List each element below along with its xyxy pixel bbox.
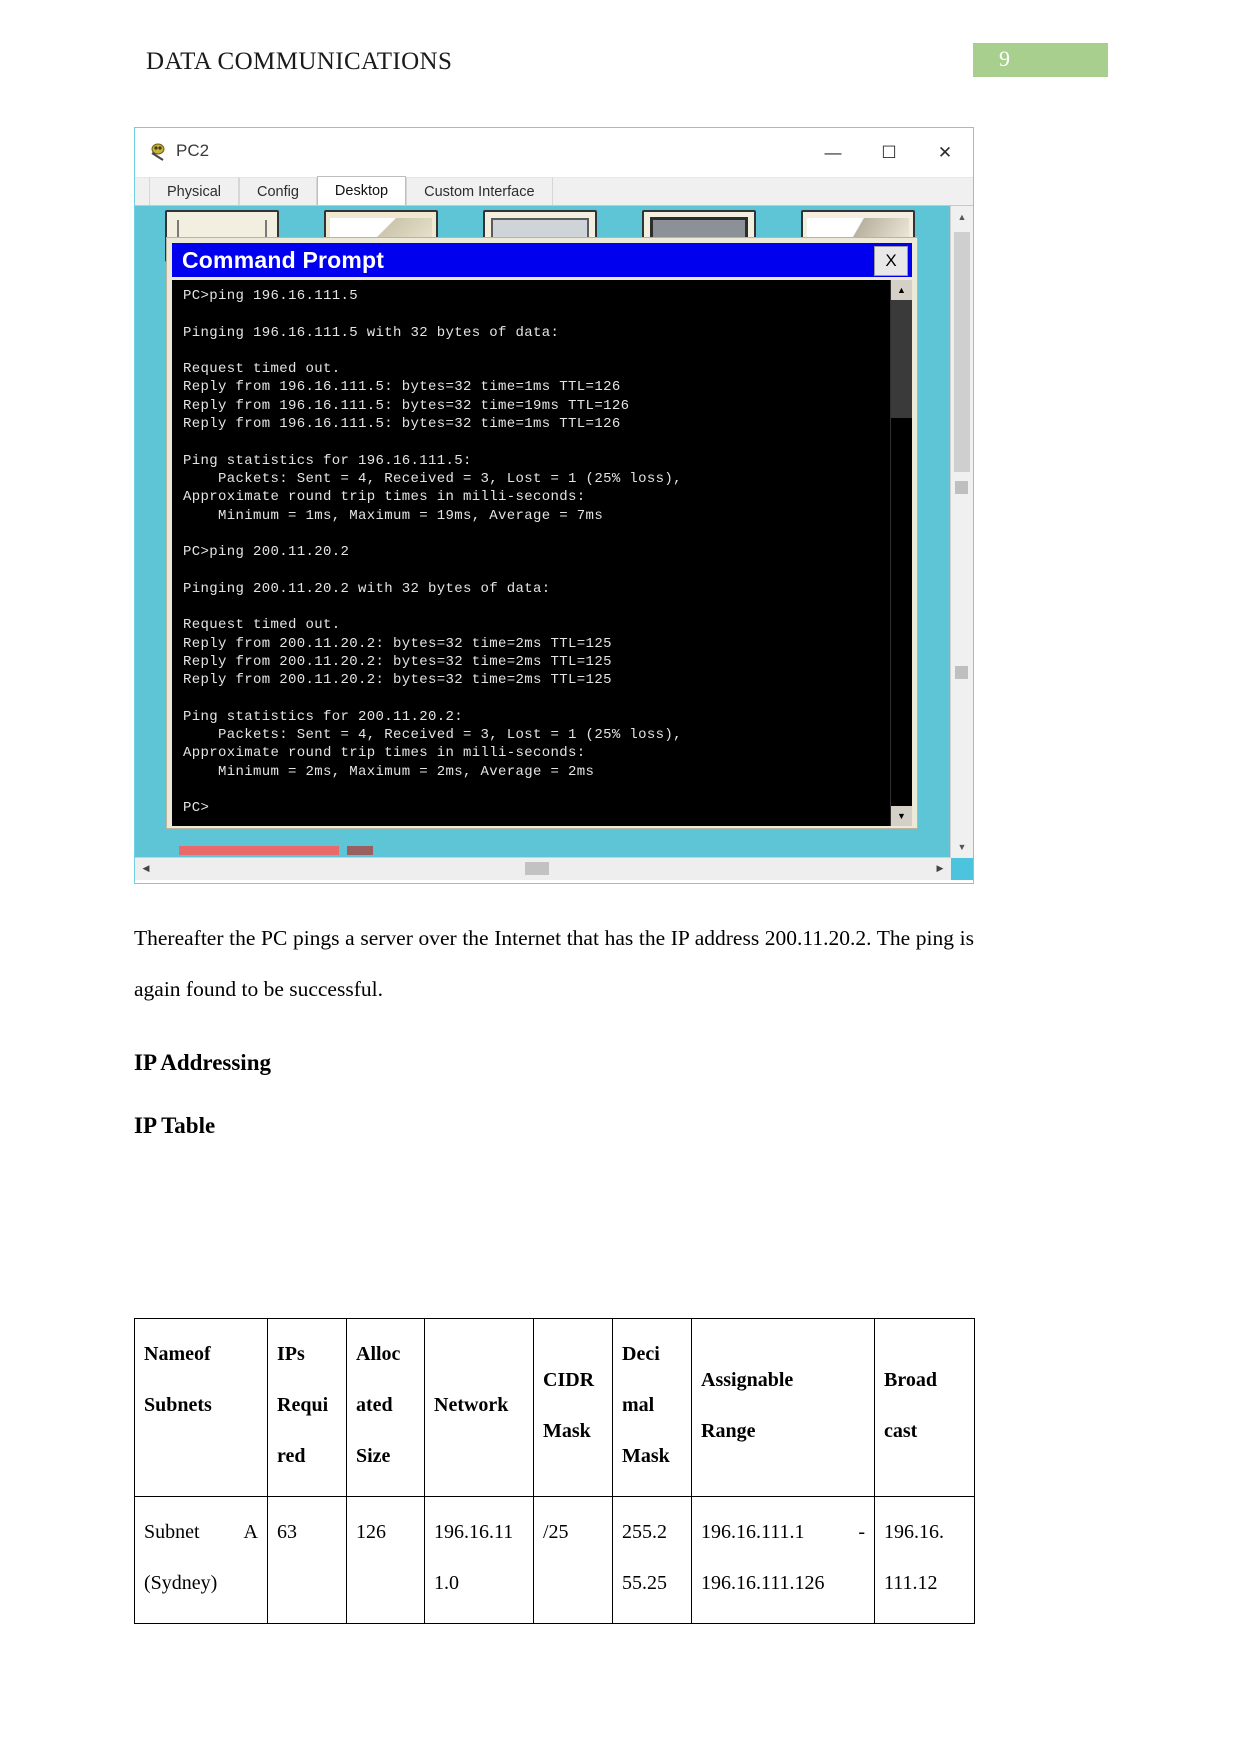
cell-text: Subnet [144, 1521, 200, 1543]
col-header-allocated-size: Alloc ated Size [346, 1318, 425, 1497]
hdr-text: Alloc [356, 1343, 401, 1365]
col-header-network: Network [424, 1318, 534, 1497]
page-number: 9 [999, 46, 1010, 71]
hdr-text: Assignable [701, 1369, 794, 1391]
page-title: DATA COMMUNICATIONS [146, 48, 453, 75]
cell-allocated-size: 126 [346, 1496, 425, 1624]
cell-broadcast: 196.16. 111.12 [874, 1496, 975, 1624]
cell-text: 196.16.11 [434, 1521, 514, 1543]
command-prompt-titlebar: Command Prompt X [172, 243, 912, 277]
col-header-broadcast: Broad cast [874, 1318, 975, 1497]
scroll-down-icon[interactable]: ▼ [951, 836, 973, 858]
pt-tab-bar: Physical Config Desktop Custom Interface [135, 176, 973, 206]
page-number-badge: 9 [973, 43, 1108, 77]
desktop-hscroll-thumb[interactable] [525, 862, 549, 875]
cell-network: 196.16.11 1.0 [424, 1496, 534, 1624]
terminal-output-text: PC>ping 196.16.111.5 Pinging 196.16.111.… [183, 288, 682, 817]
section-heading-ip-table: IP Table [134, 1113, 216, 1138]
desktop-vscroll-thumb[interactable] [954, 232, 970, 472]
cell-text: - [858, 1521, 865, 1543]
table-row: Subnet A (Sydney) 63 126 196.16.11 1.0 /2… [134, 1496, 975, 1624]
tab-config[interactable]: Config [239, 177, 317, 205]
command-prompt-title: Command Prompt [182, 246, 385, 273]
terminal-scroll-down-icon[interactable]: ▼ [891, 806, 912, 826]
hdr-text: red [277, 1445, 306, 1467]
hdr-text: mal [622, 1394, 655, 1416]
desktop-taskbar-accent [179, 846, 339, 855]
col-header-decimal-mask: Deci mal Mask [612, 1318, 692, 1497]
window-controls: — ☐ ✕ [805, 128, 973, 177]
table-header-row: Nameof Subnets IPs Requi red Alloc ated … [134, 1318, 975, 1497]
hdr-text: ated [356, 1394, 393, 1416]
body-paragraph: Thereafter the PC pings a server over th… [134, 926, 974, 1001]
col-header-name-of-subnets: Nameof Subnets [134, 1318, 268, 1497]
cell-text: 1.0 [434, 1572, 459, 1594]
pt-desktop-panel: Command Prompt X PC>ping 196.16.111.5 Pi… [135, 206, 973, 880]
hdr-text: Broad [884, 1369, 937, 1391]
desktop-vscroll-nub-1 [955, 481, 968, 494]
hdr-text: cast [884, 1420, 918, 1442]
desktop-taskbar-accent-2 [347, 846, 373, 855]
cell-ips-required: 63 [267, 1496, 347, 1624]
col-header-ips-required: IPs Requi red [267, 1318, 347, 1497]
cell-text: 111.12 [884, 1572, 938, 1594]
hdr-text: Network [434, 1394, 509, 1416]
terminal-scroll-thumb[interactable] [891, 300, 912, 418]
minimize-button[interactable]: — [805, 128, 861, 177]
hdr-text: of [193, 1343, 211, 1365]
pt-window-titlebar: PC2 — ☐ ✕ [135, 128, 973, 178]
hdr-text: Requi [277, 1394, 329, 1416]
hdr-text: Name [144, 1343, 194, 1365]
tab-desktop[interactable]: Desktop [316, 176, 407, 205]
cell-cidr-mask: /25 [533, 1496, 613, 1624]
desktop-vscroll-nub-2 [955, 666, 968, 679]
cell-text: 196.16. [884, 1521, 944, 1543]
hdr-text: Mask [622, 1445, 670, 1467]
scroll-up-icon[interactable]: ▲ [951, 206, 973, 228]
document-header: DATA COMMUNICATIONS 9 [0, 43, 1241, 82]
hdr-text: Range [701, 1420, 756, 1442]
tab-custom-interface[interactable]: Custom Interface [406, 177, 553, 205]
cell-text: A [243, 1521, 258, 1543]
hdr-text: Size [356, 1445, 391, 1467]
command-prompt-close-button[interactable]: X [874, 246, 908, 276]
hdr-text: IPs [277, 1343, 305, 1365]
col-header-assignable-range: Assignable Range [691, 1318, 875, 1497]
cell-text: (Sydney) [144, 1572, 218, 1594]
scroll-left-icon[interactable]: ◀ [135, 858, 157, 879]
packet-tracer-screenshot-figure: PC2 — ☐ ✕ Physical Config Desktop Custom… [134, 127, 974, 884]
desktop-horizontal-scrollbar[interactable]: ◀ ▶ [135, 857, 951, 880]
hdr-text: Deci [622, 1343, 660, 1365]
terminal-vertical-scrollbar[interactable]: ▲ ▼ [890, 280, 912, 826]
scroll-right-icon[interactable]: ▶ [929, 858, 951, 879]
scrollbar-corner [951, 858, 973, 880]
cell-text: 196.16.111.1 [701, 1521, 805, 1543]
tab-physical[interactable]: Physical [149, 177, 239, 205]
close-button[interactable]: ✕ [917, 128, 973, 177]
section-heading-ip-addressing: IP Addressing [134, 1050, 271, 1075]
maximize-button[interactable]: ☐ [861, 128, 917, 177]
cell-assignable-range: 196.16.111.1 - 196.16.111.126 [691, 1496, 875, 1624]
cell-subnet-name: Subnet A (Sydney) [134, 1496, 268, 1624]
packet-tracer-pc-icon [149, 142, 169, 162]
command-prompt-window: Command Prompt X PC>ping 196.16.111.5 Pi… [166, 237, 918, 829]
col-header-cidr-mask: CIDR Mask [533, 1318, 613, 1497]
cell-decimal-mask: 255.2 55.25 [612, 1496, 692, 1624]
desktop-wallpaper: Command Prompt X PC>ping 196.16.111.5 Pi… [135, 206, 951, 858]
hdr-text: Subnets [144, 1394, 212, 1416]
ip-table: Nameof Subnets IPs Requi red Alloc ated … [134, 1318, 975, 1624]
cell-text: 255.2 [622, 1521, 667, 1543]
hdr-text: Mask [543, 1420, 591, 1442]
cell-text: 55.25 [622, 1572, 667, 1594]
terminal-scroll-up-icon[interactable]: ▲ [891, 280, 912, 300]
hdr-text: CIDR [543, 1369, 595, 1391]
pt-window-title: PC2 [176, 141, 210, 160]
desktop-vertical-scrollbar[interactable]: ▲ ▼ [950, 206, 973, 858]
cell-text: 196.16.111.126 [701, 1572, 825, 1594]
command-prompt-terminal[interactable]: PC>ping 196.16.111.5 Pinging 196.16.111.… [172, 280, 912, 826]
